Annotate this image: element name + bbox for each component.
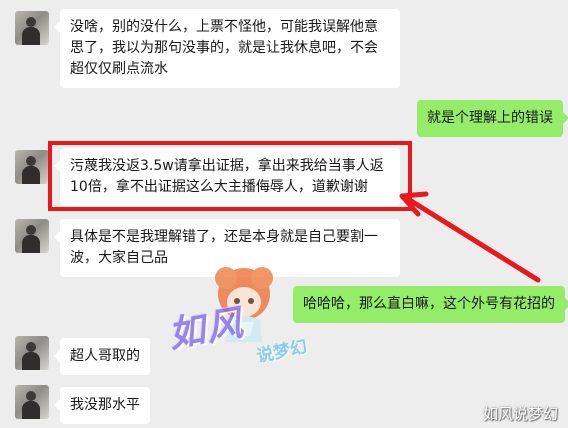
message-text: 哈哈哈，那么直白嘛，这个外号有花招的 — [303, 296, 555, 312]
avatar[interactable] — [15, 336, 49, 370]
watermark-logo: 如风 — [165, 302, 248, 357]
message-bubble-left[interactable]: 超人哥取的 — [54, 338, 150, 375]
avatar[interactable] — [15, 219, 49, 253]
avatar[interactable] — [15, 11, 49, 45]
message-bubble-left[interactable]: 污蔑我没返3.5w请拿出证据，拿出来我给当事人返10倍，拿不出证据这么大主播侮辱… — [54, 148, 400, 206]
message-text: 就是个理解上的错误 — [427, 110, 553, 126]
message-bubble-right[interactable]: 哈哈哈，那么直白嘛，这个外号有花招的 — [293, 286, 568, 323]
message-bubble-right[interactable]: 就是个理解上的错误 — [417, 100, 568, 137]
message-bubble-left[interactable]: 没啥，别的没什么，上票不怪他，可能我误解他意思了，我以为那句没事的，就是让我休息… — [54, 9, 400, 88]
message-text: 污蔑我没返3.5w请拿出证据，拿出来我给当事人返10倍，拿不出证据这么大主播侮辱… — [70, 158, 384, 195]
avatar[interactable] — [15, 150, 49, 184]
message-text: 没啥，别的没什么，上票不怪他，可能我误解他意思了，我以为那句没事的，就是让我休息… — [70, 19, 378, 77]
avatar[interactable] — [15, 385, 49, 419]
message-text: 我没那水平 — [70, 397, 140, 413]
message-bubble-left[interactable]: 我没那水平 — [54, 387, 150, 424]
message-text: 超人哥取的 — [70, 348, 140, 364]
corner-watermark: 如风说梦幻 — [482, 405, 558, 423]
message-text: 具体是不是我理解错了，还是本身就是自己要割一波，大家自己品 — [70, 229, 378, 266]
